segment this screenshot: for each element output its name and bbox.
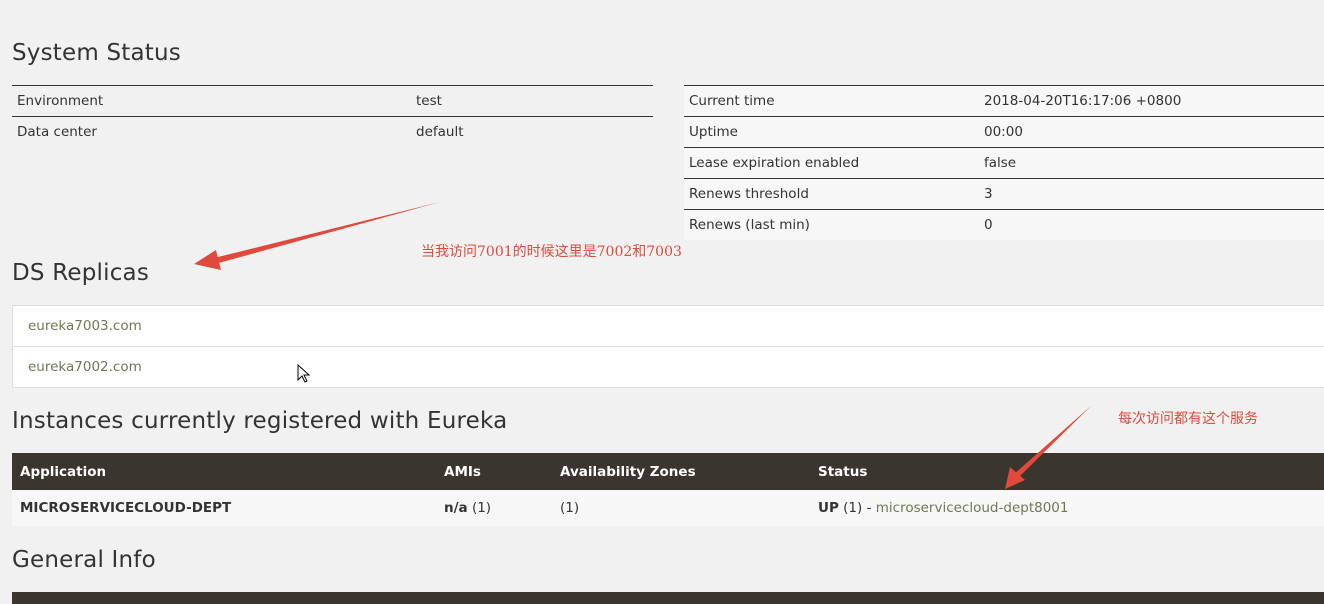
mouse-cursor-icon: [297, 364, 311, 383]
arrow-to-ds-replicas: [194, 202, 440, 270]
arrow-to-instance-status: [1005, 405, 1092, 489]
annotation-arrows: [194, 202, 1092, 489]
